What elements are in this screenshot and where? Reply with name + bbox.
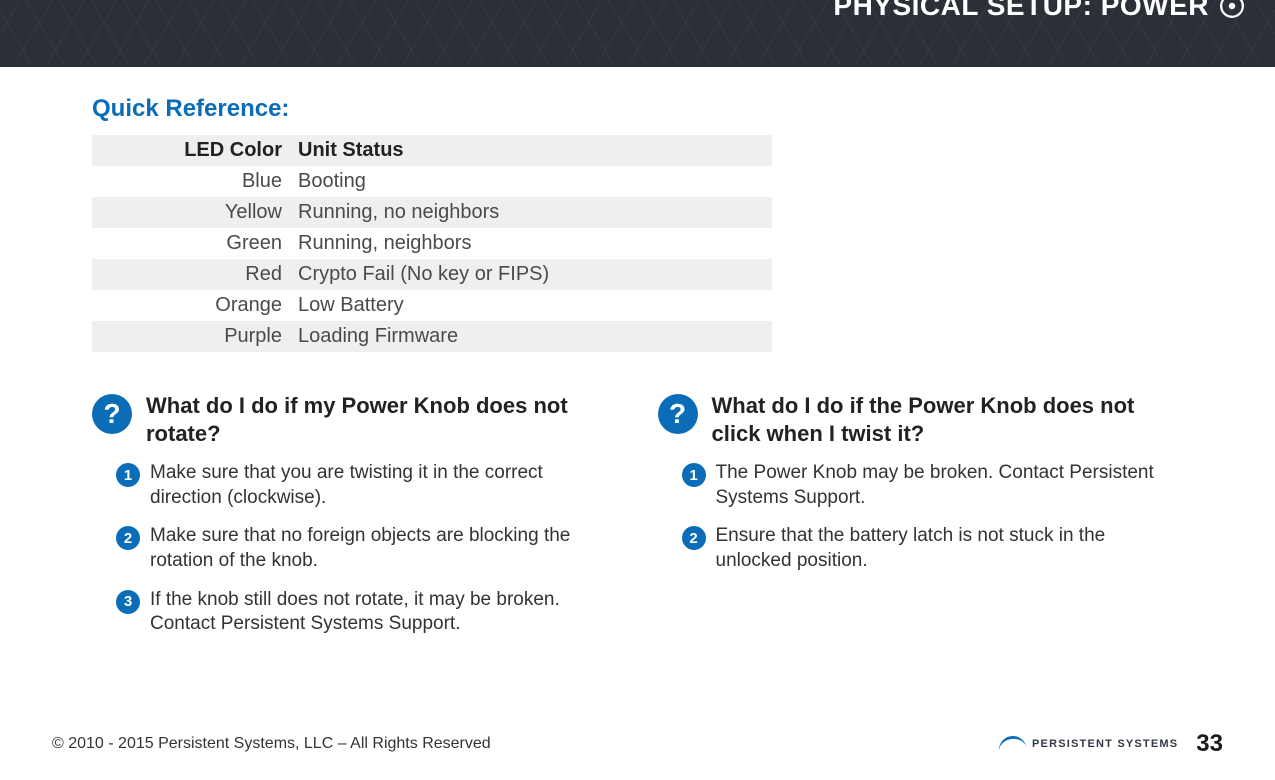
header-unit-status: Unit Status (292, 135, 772, 166)
faq-step-text: Ensure that the battery latch is not stu… (716, 524, 1184, 573)
faq-step: 1 The Power Knob may be broken. Contact … (682, 461, 1184, 510)
faq-step-text: Make sure that no foreign objects are bl… (150, 524, 618, 573)
page-content: Quick Reference: LED Color Unit Status B… (0, 67, 1275, 651)
unit-status-cell: Booting (292, 166, 772, 197)
led-color-cell: Red (92, 259, 292, 290)
unit-status-cell: Crypto Fail (No key or FIPS) (292, 259, 772, 290)
faq-step-text: Make sure that you are twisting it in th… (150, 461, 618, 510)
table-row: Green Running, neighbors (92, 228, 772, 259)
unit-status-cell: Loading Firmware (292, 321, 772, 352)
page-number: 33 (1196, 730, 1223, 758)
faq-step: 1 Make sure that you are twisting it in … (116, 461, 618, 510)
page-footer: © 2010 - 2015 Persistent Systems, LLC – … (0, 730, 1275, 758)
led-status-table: LED Color Unit Status Blue Booting Yello… (92, 135, 772, 352)
power-section-icon (1219, 0, 1245, 19)
persistent-systems-logo: PERSISTENT SYSTEMS (998, 736, 1178, 752)
led-color-cell: Blue (92, 166, 292, 197)
faq-step-text: If the knob still does not rotate, it ma… (150, 588, 618, 637)
footer-right: PERSISTENT SYSTEMS 33 (998, 730, 1223, 758)
question-mark-icon: ? (658, 394, 698, 434)
table-row: Blue Booting (92, 166, 772, 197)
faq-step: 2 Ensure that the battery latch is not s… (682, 524, 1184, 573)
table-row: Yellow Running, no neighbors (92, 197, 772, 228)
table-row: Purple Loading Firmware (92, 321, 772, 352)
copyright-text: © 2010 - 2015 Persistent Systems, LLC – … (52, 735, 491, 753)
faq-step: 2 Make sure that no foreign objects are … (116, 524, 618, 573)
step-number-badge: 2 (682, 526, 706, 550)
step-number-badge: 2 (116, 526, 140, 550)
logo-swoosh-icon (998, 736, 1026, 752)
question-mark-icon: ? (92, 394, 132, 434)
header-title-row: PHYSICAL SETUP: POWER (833, 0, 1245, 22)
step-number-badge: 1 (682, 463, 706, 487)
faq-grid: ? What do I do if my Power Knob does not… (92, 392, 1183, 651)
step-number-badge: 1 (116, 463, 140, 487)
led-color-cell: Orange (92, 290, 292, 321)
step-number-badge: 3 (116, 590, 140, 614)
unit-status-cell: Low Battery (292, 290, 772, 321)
led-color-cell: Yellow (92, 197, 292, 228)
faq-block-right: ? What do I do if the Power Knob does no… (658, 392, 1184, 651)
faq-question-text: What do I do if my Power Knob does not r… (146, 392, 618, 447)
table-row: Red Crypto Fail (No key or FIPS) (92, 259, 772, 290)
led-color-cell: Purple (92, 321, 292, 352)
table-header-row: LED Color Unit Status (92, 135, 772, 166)
header-led-color: LED Color (92, 135, 292, 166)
faq-question-text: What do I do if the Power Knob does not … (712, 392, 1184, 447)
header-title-text: PHYSICAL SETUP: POWER (833, 0, 1209, 22)
faq-question-row: ? What do I do if the Power Knob does no… (658, 392, 1184, 447)
unit-status-cell: Running, neighbors (292, 228, 772, 259)
quick-reference-heading: Quick Reference: (92, 95, 1183, 123)
faq-question-row: ? What do I do if my Power Knob does not… (92, 392, 618, 447)
unit-status-cell: Running, no neighbors (292, 197, 772, 228)
table-row: Orange Low Battery (92, 290, 772, 321)
faq-step-text: The Power Knob may be broken. Contact Pe… (716, 461, 1184, 510)
header-band: PHYSICAL SETUP: POWER (0, 0, 1275, 67)
faq-block-left: ? What do I do if my Power Knob does not… (92, 392, 618, 651)
led-color-cell: Green (92, 228, 292, 259)
logo-text: PERSISTENT SYSTEMS (1032, 738, 1178, 750)
faq-step: 3 If the knob still does not rotate, it … (116, 588, 618, 637)
